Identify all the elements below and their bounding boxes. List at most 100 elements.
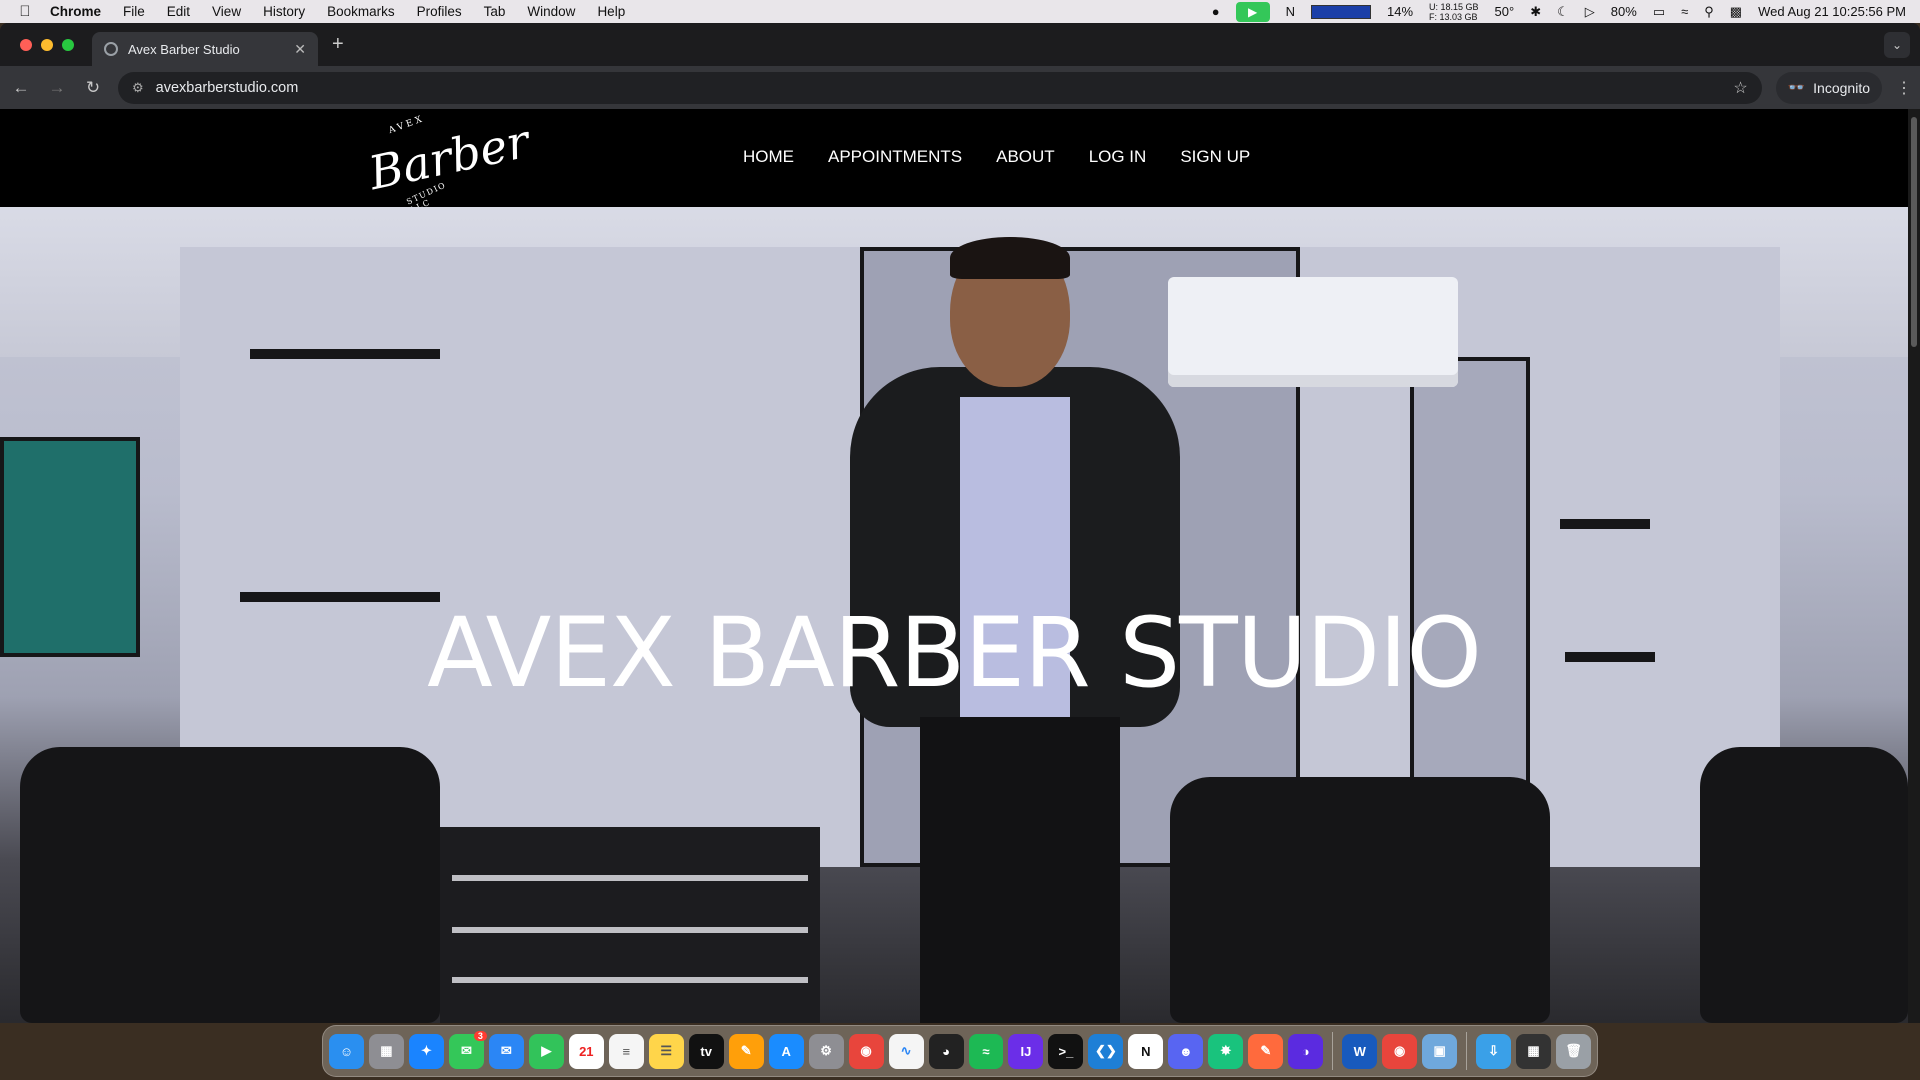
hero-drawer bbox=[452, 927, 808, 933]
reminders-icon[interactable]: ≡ bbox=[608, 1033, 644, 1069]
minimize-window-icon[interactable] bbox=[41, 38, 53, 51]
notion-icon[interactable]: N bbox=[1128, 1033, 1164, 1069]
site-settings-icon[interactable]: ⚙ bbox=[132, 80, 144, 96]
apple-menu-icon[interactable]:  bbox=[0, 3, 50, 20]
close-window-icon[interactable] bbox=[20, 38, 32, 51]
chrome-icon-2[interactable]: ◉ bbox=[1382, 1033, 1418, 1069]
nav-about[interactable]: ABOUT bbox=[996, 147, 1055, 167]
intellij-icon[interactable]: IJ bbox=[1008, 1033, 1044, 1069]
spotify-icon[interactable]: ≈ bbox=[968, 1033, 1004, 1069]
hero-person-hair bbox=[950, 237, 1070, 279]
battery-icon[interactable]: ▭ bbox=[1653, 4, 1665, 20]
app-store-icon[interactable]: A bbox=[768, 1033, 804, 1069]
menu-history[interactable]: History bbox=[263, 4, 305, 19]
menu-edit[interactable]: Edit bbox=[167, 4, 190, 19]
notion-status-icon[interactable]: N bbox=[1286, 4, 1295, 19]
dock: ☺ ▦ ✦ ✉ 3 ✉ ▶ 21 ≡ ☰ tv ✎ A ⚙ ◉ ∿ ◕ ≈ IJ … bbox=[322, 1025, 1598, 1077]
page-viewport: AVEX Barber STUDIO LLC HOME APPOINTMENTS… bbox=[0, 109, 1908, 1023]
affinity-icon[interactable]: ✎ bbox=[1248, 1033, 1284, 1069]
downloads-folder-icon[interactable]: ⇩ bbox=[1476, 1033, 1512, 1069]
hero-cabinet-left bbox=[440, 827, 820, 1023]
facetime-camera-icon[interactable]: ▶ bbox=[1235, 1, 1270, 22]
dock-separator bbox=[1466, 1032, 1468, 1070]
menu-file[interactable]: File bbox=[123, 4, 145, 19]
chrome-icon[interactable]: ◉ bbox=[848, 1033, 884, 1069]
system-settings-icon[interactable]: ⚙ bbox=[808, 1033, 844, 1069]
facetime-icon[interactable]: ▶ bbox=[528, 1033, 564, 1069]
nav-home[interactable]: HOME bbox=[743, 147, 794, 167]
site-header: AVEX Barber STUDIO LLC HOME APPOINTMENTS… bbox=[0, 109, 1908, 215]
messages-badge: 3 bbox=[473, 1030, 487, 1041]
site-logo[interactable]: AVEX Barber STUDIO LLC bbox=[364, 114, 534, 215]
activity-monitor-icon[interactable]: ◕ bbox=[928, 1033, 964, 1069]
back-icon[interactable]: ← bbox=[10, 78, 32, 98]
proton-icon[interactable]: ◑ bbox=[1288, 1033, 1324, 1069]
site-nav-menu: HOME APPOINTMENTS ABOUT LOG IN SIGN UP bbox=[743, 147, 1250, 167]
trash-icon[interactable]: 🗑 bbox=[1556, 1033, 1592, 1069]
terminal-icon[interactable]: >_ bbox=[1048, 1033, 1084, 1069]
menu-view[interactable]: View bbox=[212, 4, 241, 19]
browser-toolbar: ← → ↻ ⚙ avexbarberstudio.com ☆ 👓 Incogni… bbox=[0, 66, 1920, 109]
battery-percent: 80% bbox=[1610, 4, 1637, 19]
address-bar[interactable]: ⚙ avexbarberstudio.com ☆ bbox=[118, 71, 1762, 104]
close-tab-icon[interactable]: ✕ bbox=[294, 41, 306, 58]
incognito-label: Incognito bbox=[1813, 79, 1870, 96]
bookmark-star-icon[interactable]: ☆ bbox=[1733, 78, 1747, 98]
incognito-indicator[interactable]: 👓 Incognito bbox=[1775, 71, 1882, 104]
nav-sign-up[interactable]: SIGN UP bbox=[1180, 147, 1250, 167]
freeform-icon[interactable]: ∿ bbox=[888, 1033, 924, 1069]
launchpad-icon[interactable]: ▦ bbox=[368, 1033, 404, 1069]
clock[interactable]: Wed Aug 21 10:25:56 PM bbox=[1758, 4, 1906, 19]
wifi-icon[interactable]: ≈ bbox=[1681, 4, 1688, 19]
hero-chair-right bbox=[1170, 777, 1550, 1023]
word-icon[interactable]: W bbox=[1342, 1033, 1378, 1069]
pages-icon[interactable]: ✎ bbox=[728, 1033, 764, 1069]
chatgpt-icon[interactable]: ✸ bbox=[1208, 1033, 1244, 1069]
messages-icon[interactable]: ✉ 3 bbox=[448, 1030, 487, 1069]
menu-help[interactable]: Help bbox=[597, 4, 625, 19]
bluetooth-icon[interactable]: ✱ bbox=[1530, 4, 1541, 20]
forward-icon[interactable]: → bbox=[46, 78, 68, 98]
nav-appointments[interactable]: APPOINTMENTS bbox=[828, 147, 962, 167]
menu-profiles[interactable]: Profiles bbox=[417, 4, 462, 19]
finder-icon[interactable]: ☺ bbox=[329, 1033, 364, 1069]
moon-icon[interactable]: ☾ bbox=[1557, 4, 1569, 20]
menu-tab[interactable]: Tab bbox=[484, 4, 506, 19]
cpu-meter bbox=[1310, 4, 1371, 19]
spotlight-search-icon[interactable]: ⚲ bbox=[1704, 4, 1714, 20]
reload-icon[interactable]: ↻ bbox=[82, 78, 104, 98]
url-text[interactable]: avexbarberstudio.com bbox=[156, 80, 299, 96]
temperature: 50° bbox=[1494, 4, 1515, 19]
scrollbar-thumb[interactable] bbox=[1911, 117, 1917, 347]
dock-separator bbox=[1332, 1032, 1334, 1070]
mail-icon[interactable]: ✉ bbox=[488, 1033, 524, 1069]
menu-window[interactable]: Window bbox=[527, 4, 575, 19]
preview-icon[interactable]: ▣ bbox=[1422, 1033, 1458, 1069]
notes-icon[interactable]: ☰ bbox=[648, 1033, 684, 1069]
memory-readout: U: 18.15 GB F: 13.03 GB bbox=[1429, 2, 1479, 22]
record-icon[interactable]: ● bbox=[1212, 4, 1220, 19]
browser-window: Avex Barber Studio ✕ + ⌄ ← → ↻ ⚙ avexbar… bbox=[0, 23, 1920, 1023]
page-scrollbar[interactable] bbox=[1908, 109, 1920, 1023]
browser-tab-active[interactable]: Avex Barber Studio ✕ bbox=[92, 32, 318, 66]
chrome-menu-icon[interactable]: ⋮ bbox=[1896, 78, 1912, 98]
keyboard-viewer-icon[interactable]: ▦ bbox=[1516, 1033, 1552, 1069]
apple-tv-icon[interactable]: tv bbox=[688, 1033, 724, 1069]
hero-drawer bbox=[452, 977, 808, 983]
play-icon[interactable]: ▷ bbox=[1585, 4, 1595, 20]
tab-title: Avex Barber Studio bbox=[128, 41, 240, 57]
menu-app-name[interactable]: Chrome bbox=[50, 4, 101, 19]
tab-search-icon[interactable]: ⌄ bbox=[1884, 31, 1910, 58]
nav-log-in[interactable]: LOG IN bbox=[1089, 147, 1147, 167]
control-center-icon[interactable]: ▩ bbox=[1730, 4, 1742, 20]
vscode-icon[interactable]: ❮❯ bbox=[1088, 1033, 1124, 1069]
hero-shelf-1 bbox=[250, 349, 440, 359]
safari-icon[interactable]: ✦ bbox=[408, 1033, 444, 1069]
discord-icon[interactable]: ☻ bbox=[1168, 1033, 1204, 1069]
memory-free: F: 13.03 GB bbox=[1429, 11, 1478, 22]
menu-bookmarks[interactable]: Bookmarks bbox=[327, 4, 395, 19]
calendar-icon[interactable]: 21 bbox=[568, 1033, 604, 1069]
new-tab-icon[interactable]: + bbox=[332, 33, 344, 56]
hero-chair-left bbox=[20, 747, 440, 1023]
zoom-window-icon[interactable] bbox=[62, 38, 74, 51]
